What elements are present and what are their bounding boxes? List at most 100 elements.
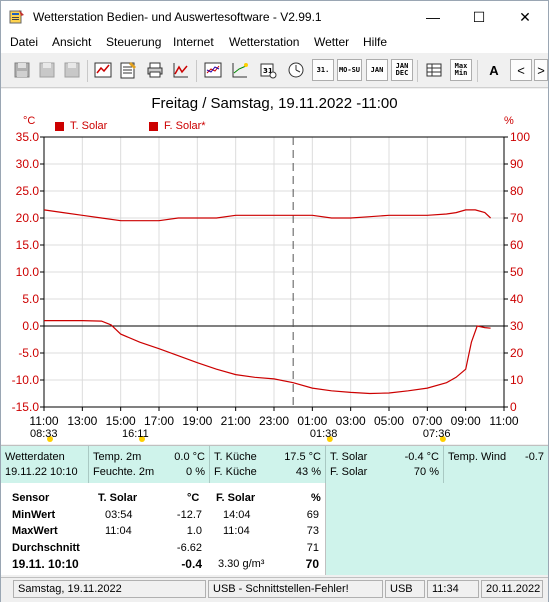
plot-button[interactable] bbox=[229, 59, 251, 81]
clock-button[interactable] bbox=[285, 59, 307, 81]
font-button[interactable]: A bbox=[483, 59, 505, 81]
x-tick-label: 05:00 bbox=[374, 414, 404, 428]
save-disabled-icon bbox=[64, 62, 80, 78]
chart-icon bbox=[94, 62, 112, 78]
solar-cell: T. Solar -0.4 °C F. Solar 70 % bbox=[326, 446, 444, 484]
clock-icon bbox=[288, 62, 304, 78]
next-button[interactable]: > bbox=[534, 59, 548, 81]
menu-hilfe[interactable]: Hilfe bbox=[363, 35, 387, 49]
feuchte2m-value: 0 % bbox=[186, 466, 205, 478]
status-today: 20.11.2022 bbox=[481, 580, 543, 598]
maximize-button[interactable]: ☐ bbox=[456, 1, 502, 33]
year-view-label-bottom: DEC bbox=[395, 69, 409, 77]
save-icon bbox=[14, 62, 30, 78]
maxmin-button[interactable]: Max Min bbox=[450, 59, 472, 81]
y-tick-label-right: 30 bbox=[510, 319, 524, 333]
stats-col1-header: T. Solar bbox=[98, 492, 138, 504]
y-tick-label-left: 35.0 bbox=[16, 130, 40, 144]
previous-button[interactable]: < bbox=[510, 59, 532, 81]
stats-max-value2: 73 bbox=[306, 525, 319, 537]
y-tick-label-right: 100 bbox=[510, 130, 530, 144]
toolbar-separator bbox=[196, 60, 197, 82]
chart-button[interactable] bbox=[92, 59, 114, 81]
toolbar-separator bbox=[87, 60, 88, 82]
y-tick-label-right: 40 bbox=[510, 292, 524, 306]
month-view-label: JAN bbox=[370, 65, 384, 74]
graph-button[interactable] bbox=[170, 59, 192, 81]
stats-min-time2: 14:04 bbox=[223, 509, 251, 521]
sun-marker-label: 16:11 bbox=[122, 428, 149, 440]
menu-wetter[interactable]: Wetter bbox=[314, 35, 349, 49]
sun-marker-label: 01:38 bbox=[310, 428, 338, 440]
menu-ansicht[interactable]: Ansicht bbox=[52, 35, 91, 49]
stats-avg-label: Durchschnitt bbox=[12, 542, 80, 554]
tkueche-label: T. Küche bbox=[214, 451, 257, 463]
menu-internet[interactable]: Internet bbox=[173, 35, 214, 49]
maxmin-label-bottom: Min bbox=[454, 69, 468, 77]
y-tick-label-right: 50 bbox=[510, 265, 524, 279]
fsolar-label: F. Solar bbox=[330, 466, 368, 478]
x-tick-label: 03:00 bbox=[336, 414, 366, 428]
week-view-label: MO-SU bbox=[338, 65, 361, 74]
floppy-disabled-button[interactable] bbox=[36, 59, 58, 81]
x-tick-label: 21:00 bbox=[221, 414, 251, 428]
stats-col2-header: F. Solar bbox=[216, 492, 256, 504]
y-tick-label-right: 80 bbox=[510, 184, 524, 198]
tsolar-value: -0.4 °C bbox=[404, 451, 439, 463]
stats-now-value1: -0.4 bbox=[181, 557, 202, 571]
year-view-label: JAN DEC bbox=[396, 63, 409, 77]
notes-button[interactable] bbox=[117, 59, 139, 81]
status-date: Samstag, 19.11.2022 bbox=[13, 580, 206, 598]
y-tick-label-left: 5.0 bbox=[22, 292, 39, 306]
next-icon: > bbox=[537, 62, 545, 78]
week-view-button[interactable]: MO-SU bbox=[337, 59, 362, 81]
print-button[interactable] bbox=[144, 59, 166, 81]
x-tick-label: 17:00 bbox=[144, 414, 174, 428]
y-tick-label-right: 10 bbox=[510, 373, 524, 387]
window-title: Wetterstation Bedien- und Auswertesoftwa… bbox=[33, 10, 322, 24]
y-tick-label-left: 10.0 bbox=[16, 265, 40, 279]
previous-icon: < bbox=[517, 62, 525, 78]
toolbar-separator bbox=[477, 60, 478, 82]
print-icon bbox=[147, 62, 163, 78]
year-view-button[interactable]: JAN DEC bbox=[391, 59, 413, 81]
stats-max-time1: 11:04 bbox=[105, 525, 132, 537]
menu-bar: Datei Ansicht Steuerung Internet Wetters… bbox=[1, 33, 548, 53]
stats-max-value1: 1.0 bbox=[186, 525, 202, 537]
stats-sensor-header: Sensor bbox=[12, 492, 50, 504]
calendar-day-button[interactable]: 31 bbox=[257, 59, 279, 81]
series-line-t-solar bbox=[44, 320, 491, 395]
chart-area: Freitag / Samstag, 19.11.2022 -11:00 °C … bbox=[1, 89, 548, 444]
menu-datei[interactable]: Datei bbox=[10, 35, 38, 49]
line-chart-button[interactable] bbox=[202, 59, 224, 81]
tkueche-value: 17.5 °C bbox=[284, 451, 321, 463]
x-tick-label: 19:00 bbox=[182, 414, 212, 428]
y-tick-label-left: 30.0 bbox=[16, 157, 40, 171]
calendar-day-icon: 31 bbox=[260, 63, 277, 79]
menu-steuerung[interactable]: Steuerung bbox=[106, 35, 161, 49]
y-tick-label-left: -15.0 bbox=[12, 400, 40, 414]
day-view-label: 31. bbox=[316, 65, 330, 74]
wetterdaten-time: 19.11.22 10:10 bbox=[5, 466, 78, 478]
minimize-button[interactable]: — bbox=[410, 1, 456, 33]
table-button[interactable] bbox=[423, 59, 445, 81]
menu-wetterstation[interactable]: Wetterstation bbox=[229, 35, 299, 49]
font-icon: A bbox=[489, 62, 499, 78]
graph-icon bbox=[173, 63, 188, 78]
floppy-button[interactable] bbox=[11, 59, 33, 81]
x-tick-label: 15:00 bbox=[106, 414, 136, 428]
month-view-button[interactable]: JAN bbox=[366, 59, 388, 81]
x-tick-label: 13:00 bbox=[67, 414, 97, 428]
floppy-disabled-button-2[interactable] bbox=[61, 59, 83, 81]
x-tick-label: 09:00 bbox=[451, 414, 481, 428]
app-icon bbox=[9, 10, 24, 24]
minimize-icon: — bbox=[426, 9, 440, 25]
wetterdaten-label: Wetterdaten bbox=[5, 451, 65, 463]
toolbar: 31 31. MO-SU JAN JAN DEC Max Min A < > bbox=[1, 55, 548, 88]
maxmin-label: Max Min bbox=[455, 63, 468, 77]
y-tick-label-left: 15.0 bbox=[16, 238, 40, 252]
y-tick-label-left: 20.0 bbox=[16, 211, 40, 225]
y-tick-label-right: 90 bbox=[510, 157, 524, 171]
day-view-button[interactable]: 31. bbox=[312, 59, 334, 81]
close-button[interactable]: ✕ bbox=[502, 1, 548, 33]
